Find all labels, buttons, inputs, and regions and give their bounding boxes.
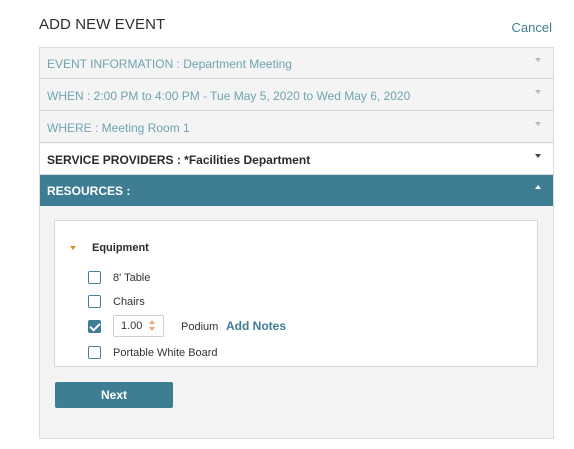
resources-content: Equipment 8' Table Chairs Podium Add Not… bbox=[54, 220, 538, 367]
section-event-information[interactable]: EVENT INFORMATION : Department Meeting bbox=[40, 48, 553, 79]
event-form-panel: EVENT INFORMATION : Department Meeting W… bbox=[39, 47, 554, 439]
section-resources[interactable]: RESOURCES : bbox=[40, 175, 553, 206]
chevron-down-icon bbox=[535, 122, 541, 126]
section-where-label: WHERE : Meeting Room 1 bbox=[47, 121, 190, 135]
section-when-label: WHEN : 2:00 PM to 4:00 PM - Tue May 5, 2… bbox=[47, 89, 411, 103]
equipment-item-label: Chairs bbox=[113, 296, 145, 308]
section-where[interactable]: WHERE : Meeting Room 1 bbox=[40, 112, 553, 143]
dialog-title: ADD NEW EVENT bbox=[39, 16, 166, 33]
cancel-link[interactable]: Cancel bbox=[512, 20, 552, 35]
section-service-providers[interactable]: SERVICE PROVIDERS : *Facilities Departme… bbox=[40, 144, 553, 175]
section-service-providers-label: SERVICE PROVIDERS : *Facilities Departme… bbox=[47, 153, 311, 167]
equipment-item-label: Portable White Board bbox=[113, 347, 218, 359]
stepper-down-icon[interactable] bbox=[149, 327, 155, 331]
chevron-down-icon bbox=[535, 154, 541, 158]
add-notes-link[interactable]: Add Notes bbox=[226, 319, 286, 333]
expand-arrow-icon[interactable] bbox=[70, 246, 76, 250]
stepper-up-icon[interactable] bbox=[149, 320, 155, 324]
section-event-information-label: EVENT INFORMATION : Department Meeting bbox=[47, 57, 292, 71]
checkbox-podium[interactable] bbox=[88, 320, 101, 333]
checkbox-8ft-table[interactable] bbox=[88, 271, 101, 284]
chevron-up-icon bbox=[535, 185, 541, 189]
checkbox-chairs[interactable] bbox=[88, 295, 101, 308]
chevron-down-icon bbox=[535, 90, 541, 94]
equipment-item-label: Podium bbox=[181, 321, 219, 333]
quantity-stepper[interactable] bbox=[149, 320, 157, 334]
section-resources-label: RESOURCES : bbox=[47, 184, 131, 198]
dialog-header: ADD NEW EVENT Cancel bbox=[39, 8, 554, 44]
checkbox-portable-white-board[interactable] bbox=[88, 346, 101, 359]
equipment-item-label: 8' Table bbox=[113, 272, 151, 284]
chevron-down-icon bbox=[535, 58, 541, 62]
section-when[interactable]: WHEN : 2:00 PM to 4:00 PM - Tue May 5, 2… bbox=[40, 80, 553, 111]
next-button[interactable]: Next bbox=[55, 382, 173, 408]
equipment-category-label: Equipment bbox=[92, 242, 149, 254]
